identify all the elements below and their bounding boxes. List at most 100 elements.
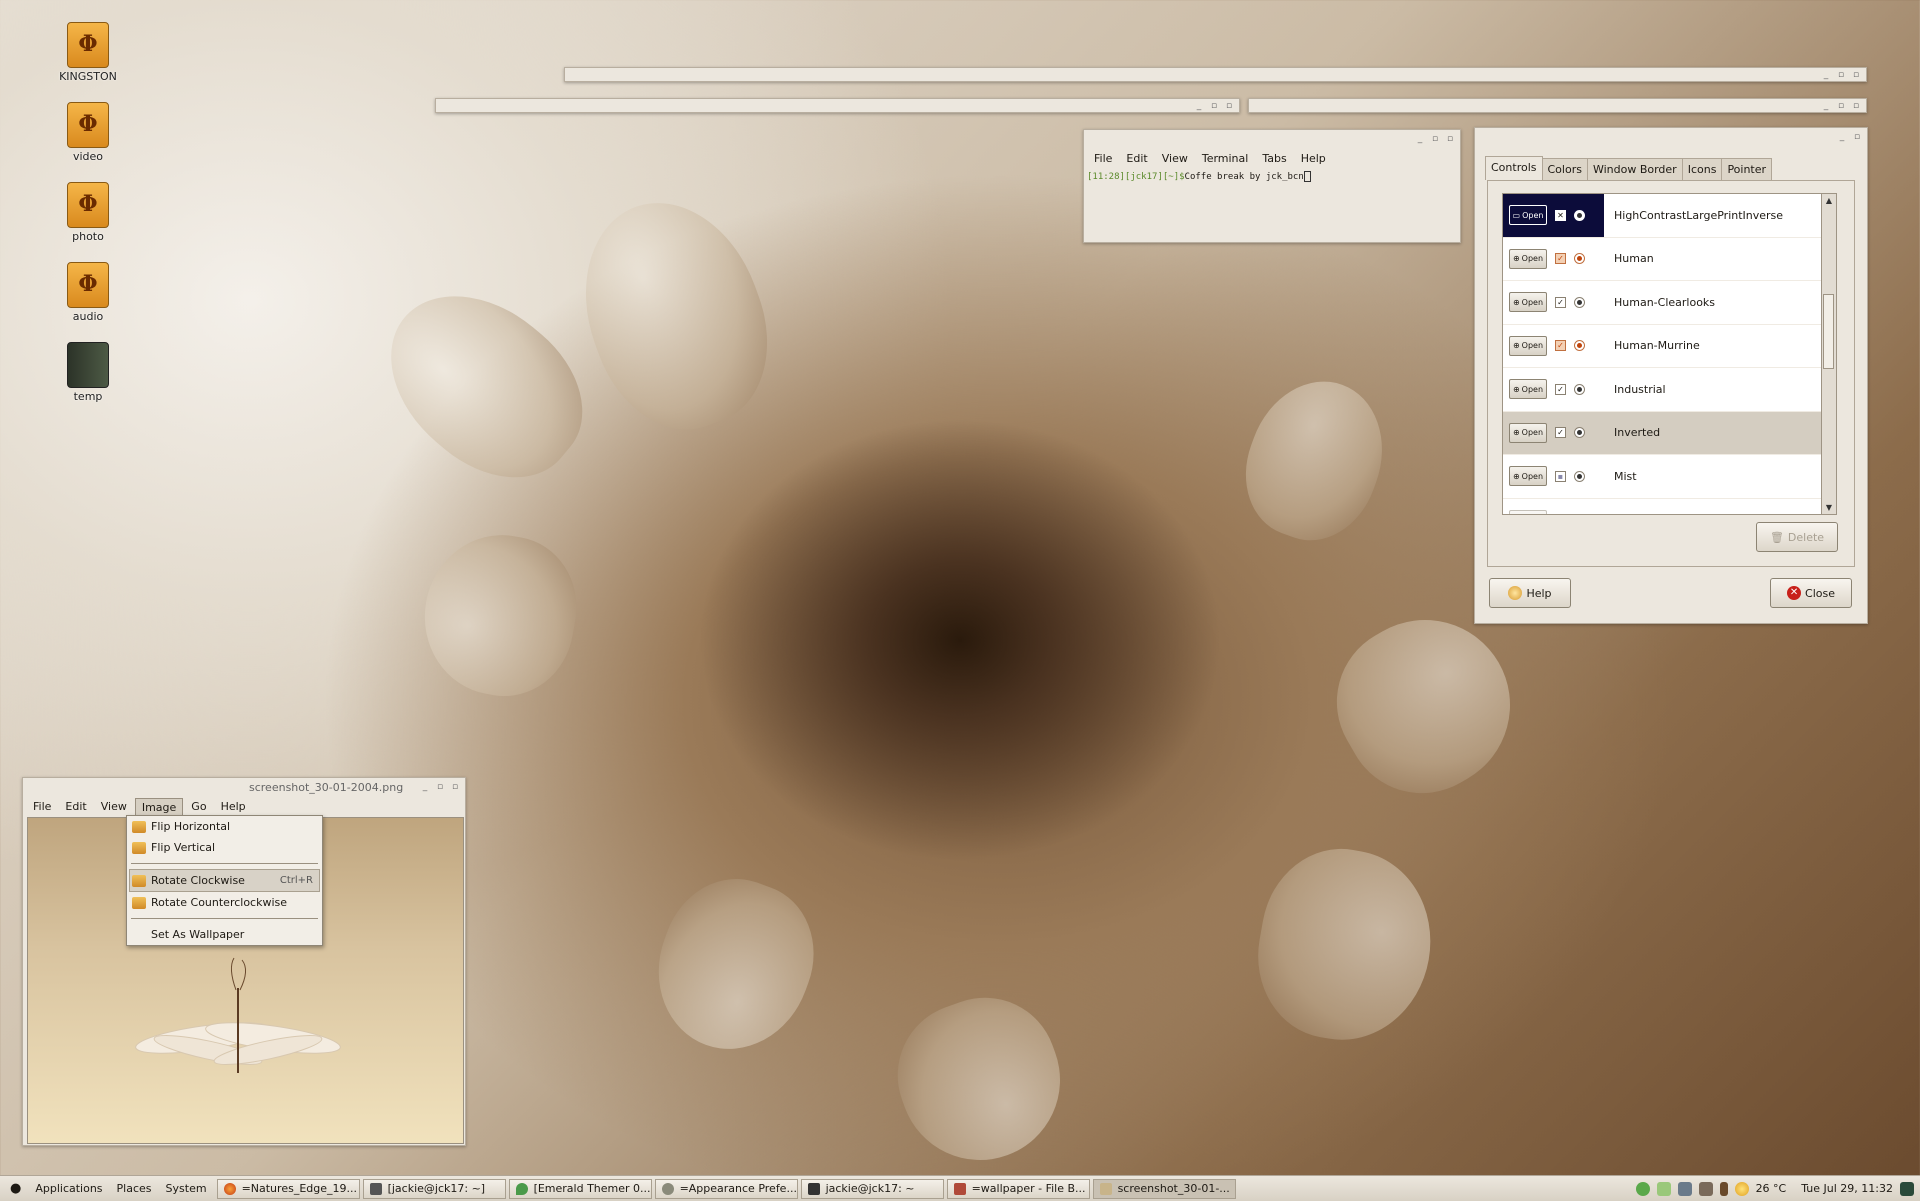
desktop-icon-audio[interactable]: Φ audio <box>58 262 118 323</box>
printer-icon[interactable] <box>1677 1181 1692 1196</box>
menu-terminal[interactable]: Terminal <box>1196 150 1255 167</box>
theme-row[interactable]: ⊕ Open ✓ Human <box>1503 238 1821 281</box>
shaded-window-1[interactable]: _ ▫ ▫ <box>564 67 1867 82</box>
close-icon[interactable]: ▫ <box>1446 135 1454 144</box>
shaded-window-3[interactable]: _ ▫ ▫ <box>1248 98 1867 113</box>
preview-radio <box>1574 383 1585 395</box>
theme-list-scrollbar[interactable]: ▲ ▼ <box>1821 193 1837 515</box>
scroll-down-icon[interactable]: ▼ <box>1822 501 1836 514</box>
trash-icon: 🗑 <box>1769 530 1784 544</box>
taskbar-button[interactable]: jackie@jck17: ~ <box>800 1178 944 1199</box>
taskbar-button[interactable]: =wallpaper - File B... <box>946 1178 1090 1199</box>
theme-preview: ⊕ Open ✓ <box>1503 248 1604 269</box>
close-icon[interactable]: ▫ <box>1852 70 1860 79</box>
menu-edit[interactable]: Edit <box>1120 150 1153 167</box>
taskbar-button[interactable]: =Natures_Edge_19... <box>216 1178 360 1199</box>
desktop-icon-label: video <box>72 150 104 163</box>
theme-name: Industrial <box>1614 382 1666 396</box>
battery-icon[interactable] <box>1698 1181 1713 1196</box>
taskbar-button[interactable]: [jackie@jck17: ~] <box>362 1178 506 1199</box>
terminal-window[interactable]: _ ▫ ▫ File Edit View Terminal Tabs Help [1… <box>1083 129 1461 243</box>
desktop-icon-photo[interactable]: Φ photo <box>58 182 118 243</box>
menu-item-set-as-wallpaper[interactable]: Set As Wallpaper <box>127 924 322 945</box>
maximize-icon[interactable]: ▫ <box>1210 101 1218 110</box>
network-icon[interactable] <box>1656 1181 1671 1196</box>
theme-row-selected[interactable]: ⊕ Open ✓ Inverted <box>1503 411 1821 455</box>
maximize-icon[interactable]: ▫ <box>1837 70 1845 79</box>
menu-help[interactable]: Help <box>1295 150 1332 167</box>
theme-name: mookid <box>1614 513 1655 514</box>
clock[interactable]: Tue Jul 29, 11:32 <box>1801 1182 1893 1195</box>
minimize-icon[interactable]: _ <box>421 783 429 792</box>
tab-pointer[interactable]: Pointer <box>1721 158 1773 180</box>
desktop-icon-label: audio <box>72 310 104 323</box>
menu-item-rotate-clockwise[interactable]: Rotate Clockwise Ctrl+R <box>129 869 320 892</box>
theme-row[interactable]: ▭ Open ✕ HighContrastLargePrintInverse <box>1503 194 1821 238</box>
preview-open-button: ⊕ Open <box>1509 379 1547 400</box>
theme-list[interactable]: ▭ Open ✕ HighContrastLargePrintInverse ⊕ O… <box>1502 193 1822 515</box>
theme-row[interactable]: ⊕ Open ✓ Industrial <box>1503 368 1821 412</box>
theme-name: Human-Clearlooks <box>1614 295 1716 309</box>
menu-item-flip-vertical[interactable]: Flip Vertical <box>127 837 322 858</box>
terminal-output[interactable]: [11:28][jck17][~]$Coffe break by jck_bcn <box>1084 169 1460 237</box>
delete-button[interactable]: 🗑 Delete <box>1756 522 1838 552</box>
menu-file[interactable]: File <box>27 798 57 817</box>
theme-row[interactable]: ⊕ Open ✓ Human-Murrine <box>1503 325 1821 368</box>
close-icon[interactable]: ▫ <box>1225 101 1233 110</box>
preview-radio <box>1574 253 1585 265</box>
tab-icons[interactable]: Icons <box>1681 158 1723 180</box>
preview-open-button: ⊕ Open <box>1509 422 1547 443</box>
tab-window-border[interactable]: Window Border <box>1586 158 1683 180</box>
close-icon[interactable]: ▫ <box>451 783 459 792</box>
help-button[interactable]: Help <box>1489 578 1571 608</box>
preview-open-button: Open <box>1509 509 1547 514</box>
minimize-icon[interactable]: _ <box>1822 101 1830 110</box>
menu-view[interactable]: View <box>1156 150 1194 167</box>
volume-icon[interactable] <box>1719 1181 1728 1196</box>
taskbar-button-active[interactable]: screenshot_30-01-... <box>1092 1178 1236 1199</box>
workspace-switcher-icon[interactable] <box>1900 1181 1914 1196</box>
weather-icon[interactable] <box>1734 1181 1749 1196</box>
minimize-icon[interactable]: _ <box>1838 133 1846 142</box>
menu-system[interactable]: System <box>166 1182 207 1195</box>
menu-places[interactable]: Places <box>117 1182 152 1195</box>
menu-edit[interactable]: Edit <box>59 798 92 817</box>
theme-row[interactable]: ⊕ Open ✓ Human-Clearlooks <box>1503 281 1821 325</box>
taskbar-button[interactable]: =Appearance Prefe... <box>654 1178 798 1199</box>
menu-item-rotate-counterclockwise[interactable]: Rotate Counterclockwise <box>127 892 322 913</box>
appearance-window[interactable]: _ ▫ Controls Colors Window Border Icons P… <box>1474 127 1868 624</box>
scrollbar-thumb[interactable] <box>1823 294 1834 369</box>
shaded-window-2[interactable]: _ ▫ ▫ <box>435 98 1240 113</box>
update-notifier-icon[interactable] <box>1635 1181 1650 1196</box>
minimize-icon[interactable]: _ <box>1822 70 1830 79</box>
desktop-icon-temp[interactable]: temp <box>58 342 118 403</box>
maximize-icon[interactable]: ▫ <box>1837 101 1845 110</box>
close-icon[interactable]: ▫ <box>1852 101 1860 110</box>
theme-name: Human <box>1614 252 1654 266</box>
drive-icon: Φ <box>67 262 109 308</box>
taskbar-button[interactable]: [Emerald Themer 0.... <box>508 1178 652 1199</box>
menu-tabs[interactable]: Tabs <box>1256 150 1292 167</box>
menu-applications[interactable]: Applications <box>35 1182 102 1195</box>
close-icon[interactable]: ▫ <box>1853 133 1861 142</box>
firefox-icon <box>223 1182 236 1195</box>
theme-row[interactable]: Open ✓ mookid <box>1503 499 1821 514</box>
tab-colors[interactable]: Colors <box>1541 158 1588 180</box>
maximize-icon[interactable]: ▫ <box>1431 135 1439 144</box>
menu-item-flip-horizontal[interactable]: Flip Horizontal <box>127 816 322 837</box>
desktop-icon-kingston[interactable]: Φ KINGSTON <box>58 22 118 83</box>
minimize-icon[interactable]: _ <box>1416 135 1424 144</box>
weather-temperature[interactable]: 26 °C <box>1756 1182 1787 1195</box>
theme-row[interactable]: ⊕ Open ▪ Mist <box>1503 455 1821 499</box>
bottom-panel: ● Applications Places System =Natures_Ed… <box>0 1175 1920 1201</box>
drive-icon: Φ <box>67 102 109 148</box>
scroll-up-icon[interactable]: ▲ <box>1822 194 1836 207</box>
close-button[interactable]: ✕ Close <box>1770 578 1852 608</box>
open-icon: ⊕ <box>1512 254 1520 264</box>
maximize-icon[interactable]: ▫ <box>436 783 444 792</box>
minimize-icon[interactable]: _ <box>1195 101 1203 110</box>
preview-radio <box>1574 427 1585 439</box>
menu-file[interactable]: File <box>1088 150 1118 167</box>
tab-controls[interactable]: Controls <box>1485 156 1543 180</box>
desktop-icon-video[interactable]: Φ video <box>58 102 118 163</box>
